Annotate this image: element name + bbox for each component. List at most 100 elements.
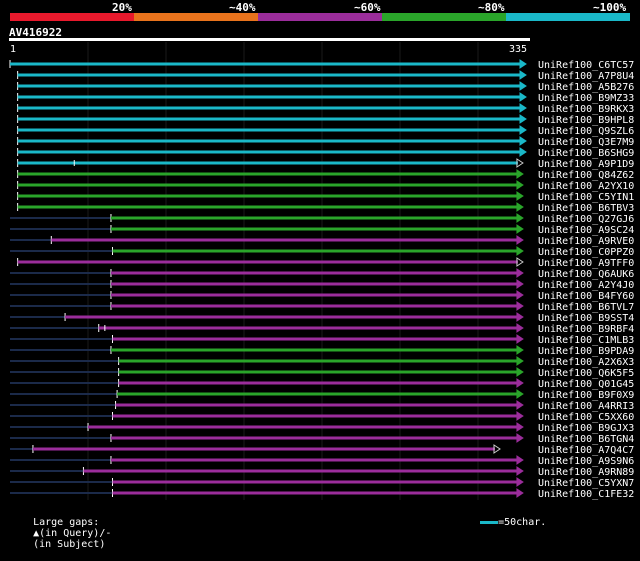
alignment-end-arrow [516,400,524,410]
alignment-end-arrow [516,202,524,212]
alignment-end-arrow [516,356,524,366]
hit-row[interactable]: UniRef100_Q3E7M9 [17,136,635,148]
alignment-end-arrow [519,70,527,80]
legend-prefix: Large gaps: [33,517,100,528]
alignment-end-arrow [516,290,524,300]
hit-id-label[interactable]: UniRef100_B9HPL8 [538,115,634,126]
hit-id-label[interactable]: UniRef100_A9S9N6 [538,456,634,467]
scale-line-icon [480,520,499,524]
hit-id-label[interactable]: UniRef100_A2X6X3 [538,357,634,368]
hit-id-label[interactable]: UniRef100_B9MZ33 [538,93,634,104]
hit-id-label[interactable]: UniRef100_C0PPZ0 [538,247,634,258]
alignment-end-arrow [516,169,524,179]
hit-id-label[interactable]: UniRef100_A4RRI3 [538,401,634,412]
alignment-end-arrow [516,488,524,498]
hit-row[interactable]: UniRef100_C5YIN1 [17,191,635,203]
alignment-end-arrow [516,224,524,234]
hit-row[interactable]: UniRef100_B9MZ33 [17,92,635,104]
hit-id-label[interactable]: UniRef100_A9SC24 [538,225,634,236]
alignment-end-arrow [519,103,527,113]
hit-id-label[interactable]: UniRef100_Q6AUK6 [538,269,634,280]
scale-legend: =50char. [456,506,546,539]
hit-id-label[interactable]: UniRef100_A5B276 [538,82,634,93]
hit-id-label[interactable]: UniRef100_B6SHG9 [538,148,634,159]
hit-id-label[interactable]: UniRef100_B9F0X9 [538,390,634,401]
hit-row[interactable]: UniRef100_A5B276 [17,81,635,93]
hit-id-label[interactable]: UniRef100_B6TBV3 [538,203,634,214]
alignment-end-arrow [516,268,524,278]
alignment-end-arrow [516,235,524,245]
hit-id-label[interactable]: UniRef100_Q01G45 [538,379,634,390]
hit-id-label[interactable]: UniRef100_A2YX10 [538,181,634,192]
hit-row[interactable]: UniRef100_A2YX10 [17,180,635,192]
legend-in-subject: (in Subject) [33,539,106,550]
hit-row[interactable]: UniRef100_B6SHG9 [17,147,635,159]
hit-id-label[interactable]: UniRef100_Q6K5F5 [538,368,634,379]
alignment-end-arrow [516,301,524,311]
hit-row[interactable]: UniRef100_Q9SZL6 [17,125,635,137]
hit-id-label[interactable]: UniRef100_C1FE32 [538,489,634,500]
hit-id-label[interactable]: UniRef100_B6TGN4 [538,434,634,445]
alignment-end-arrow [516,477,524,487]
hit-id-label[interactable]: UniRef100_B9RBF4 [538,324,634,335]
hit-id-label[interactable]: UniRef100_B9GJX3 [538,423,634,434]
alignment-end-arrow [516,180,524,190]
hit-row[interactable]: UniRef100_A7P8U4 [17,70,635,82]
alignment-end-arrow [519,147,527,157]
hit-id-label[interactable]: UniRef100_C1MLB3 [538,335,634,346]
hit-id-label[interactable]: UniRef100_C5YXN7 [538,478,634,489]
hit-id-label[interactable]: UniRef100_A9RN89 [538,467,634,478]
hit-id-label[interactable]: UniRef100_B9SST4 [538,313,634,324]
hit-id-label[interactable]: UniRef100_A9TFF0 [538,258,634,269]
hit-id-label[interactable]: UniRef100_A7P8U4 [538,71,634,82]
hit-id-label[interactable]: UniRef100_Q3E7M9 [538,137,634,148]
alignment-end-arrow [516,422,524,432]
hit-row[interactable]: UniRef100_A9TFF0 [17,257,635,269]
legend-dash: - [105,528,112,539]
hit-id-label[interactable]: UniRef100_B4FY60 [538,291,634,302]
alignment-end-arrow [519,136,527,146]
hit-id-label[interactable]: UniRef100_A7Q4C7 [538,445,634,456]
legend-in-query: (in Query)/ [39,528,106,539]
alignment-end-arrow [516,466,524,476]
alignment-end-arrow [516,389,524,399]
hit-alignments: UniRef100_C6TC57UniRef100_A7P8U4UniRef10… [9,42,635,500]
alignment-end-arrow [516,455,524,465]
hit-id-label[interactable]: UniRef100_B6TVL7 [538,302,634,313]
hit-row[interactable]: UniRef100_B9RKX3 [17,103,635,115]
hit-id-label[interactable]: UniRef100_B9RKX3 [538,104,634,115]
hit-id-label[interactable]: UniRef100_Q84Z62 [538,170,634,181]
alignment-end-arrow [516,378,524,388]
blast-overview-diagram: 20% ~40% ~60% ~80% ~100% AV416922 1 335 … [0,0,640,550]
alignment-end-arrow [519,92,527,102]
alignment-end-arrow [516,191,524,201]
hit-row[interactable]: UniRef100_B6TBV3 [17,202,635,214]
hit-id-label[interactable]: UniRef100_C5YIN1 [538,192,634,203]
hit-id-label[interactable]: UniRef100_B9PDA9 [538,346,634,357]
alignment-end-arrow [519,59,527,69]
hit-id-label[interactable]: UniRef100_C6TC57 [538,60,634,71]
alignment-end-arrow [516,433,524,443]
alignment-end-arrow [516,345,524,355]
hit-row[interactable]: UniRef100_Q84Z62 [17,169,635,181]
alignment-end-arrow [516,334,524,344]
hit-id-label[interactable]: UniRef100_Q27GJ6 [538,214,634,225]
hit-id-label[interactable]: UniRef100_Q9SZL6 [538,126,634,137]
alignment-end-arrow [516,411,524,421]
hit-id-label[interactable]: UniRef100_A2Y4J0 [538,280,634,291]
alignment-end-arrow [516,246,524,256]
alignment-end-arrow [516,323,524,333]
alignment-end-arrow [516,367,524,377]
hit-id-label[interactable]: UniRef100_A9P1D9 [538,159,634,170]
scale-legend-label: =50char. [498,517,547,528]
footer-legend: Large gaps: ▲(in Query)/- (in Subject) [9,506,111,561]
alignment-end-arrow [519,114,527,124]
alignment-end-arrow [516,213,524,223]
hit-row[interactable]: UniRef100_A9P1D9 [17,158,635,170]
hit-row[interactable]: UniRef100_B9HPL8 [17,114,635,126]
alignment-end-arrow [519,125,527,135]
hit-id-label[interactable]: UniRef100_A9RVE0 [538,236,634,247]
alignment-end-arrow [519,81,527,91]
hit-id-label[interactable]: UniRef100_C5XX60 [538,412,634,423]
alignment-end-arrow [516,312,524,322]
